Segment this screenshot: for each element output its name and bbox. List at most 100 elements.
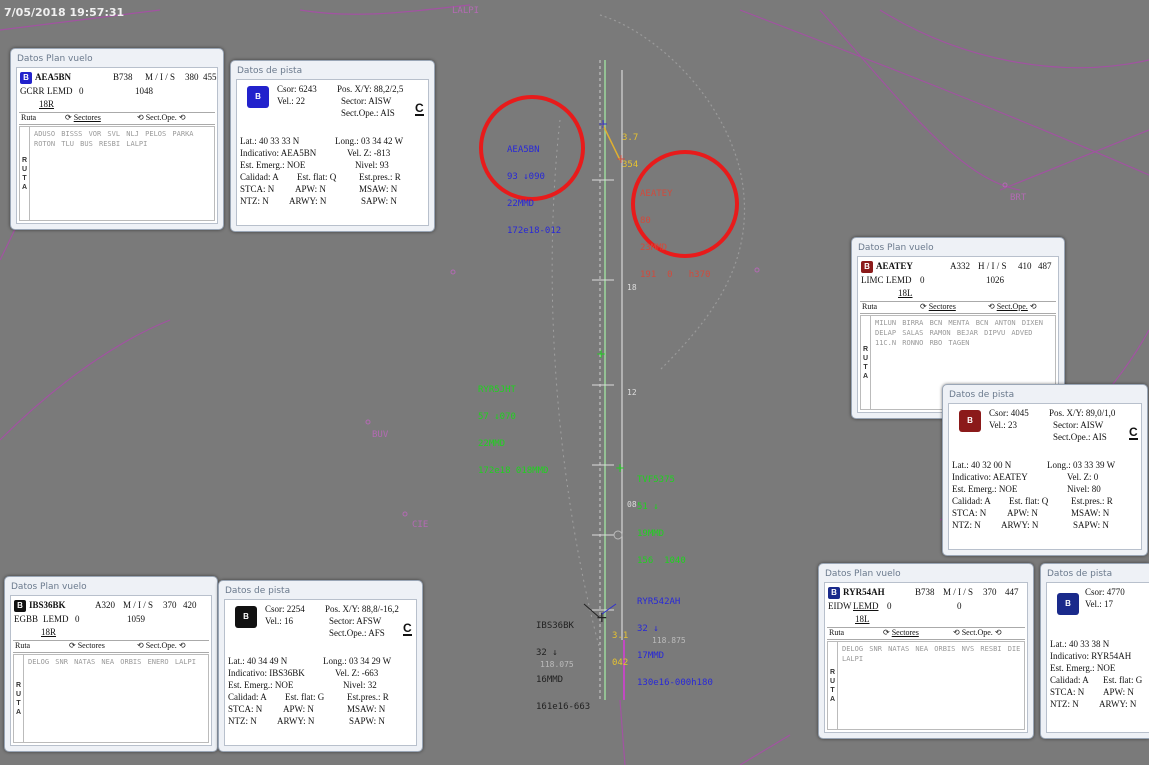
track-stca: STCA: N bbox=[240, 184, 275, 194]
radar-screen[interactable]: + + + + + 7/05/2018 19:57:31 LALPI BUV C… bbox=[0, 0, 1149, 765]
tab-ruta[interactable]: Ruta bbox=[829, 628, 844, 637]
track-pos: Pos. X/Y: 88,2/2,5 bbox=[337, 84, 404, 94]
track-info: 172e18-012 bbox=[507, 226, 562, 236]
track-calidad: Calidad: A bbox=[240, 172, 279, 182]
fp-tab-bar: Ruta ⟳ Sectores ⟲ Sect.Ope. ⟲ bbox=[860, 301, 1056, 314]
flight-plan-content: B IBS36BK A320 M / I / S 370 420 EGBB LE… bbox=[10, 595, 212, 746]
tab-sect-ope[interactable]: ⟲ Sect.Ope. ⟲ bbox=[137, 113, 186, 122]
track-callsign: IBS36BK bbox=[536, 621, 574, 631]
fp-type: A320 bbox=[95, 600, 115, 610]
track-sapw: SAPW: N bbox=[1073, 520, 1109, 530]
fp-tab-bar: Ruta ⟳ Sectores ⟲ Sect.Ope. ⟲ bbox=[827, 627, 1025, 640]
tab-sect-ope[interactable]: ⟲ Sect.Ope. ⟲ bbox=[137, 641, 186, 650]
track-ntz: NTZ: N bbox=[952, 520, 981, 530]
svg-text:+: + bbox=[615, 461, 625, 475]
tag-line: 3.1 bbox=[612, 631, 629, 641]
fp-dest: LEMD bbox=[43, 614, 69, 624]
fix-label: BRT bbox=[1010, 193, 1027, 203]
flight-plan-window-ibs36bk[interactable]: Datos Plan vuelo B IBS36BK A320 M / I / … bbox=[4, 576, 218, 752]
route-waypoints: ADUSO BISSS VOR SVL NLJ PELOS PARKA ROTO… bbox=[34, 130, 194, 148]
track-estpres: Est.pres.: R bbox=[347, 692, 389, 702]
track-info: 161e16-663 bbox=[536, 702, 591, 712]
fp-v0: 0 bbox=[887, 601, 892, 611]
track-pos: Pos. X/Y: 88,8/-16,2 bbox=[325, 604, 399, 614]
c-button[interactable]: C bbox=[403, 622, 412, 636]
fp-runway: 18R bbox=[39, 99, 55, 109]
tab-sect-ope-label: Sect.Ope. bbox=[996, 302, 1028, 311]
track-apw: APW: N bbox=[1103, 687, 1134, 697]
track-emerg: Est. Emerg.: NOE bbox=[1050, 663, 1116, 673]
track-sectope: Sect.Ope.: AIS bbox=[341, 108, 395, 118]
track-label-green-2[interactable]: TVF5375 51 ↓ 19MMD 156 1040 bbox=[637, 458, 686, 584]
range-label: 12 bbox=[627, 388, 637, 397]
fp-squawk: 1026 bbox=[986, 275, 1004, 285]
aircraft-color-icon: B bbox=[959, 410, 981, 432]
track-label-green-1[interactable]: RYR5JHT 57 ↓070 22MMD 172e18 018MMD bbox=[478, 368, 548, 494]
track-csor: Csor: 4045 bbox=[989, 408, 1029, 418]
track-indicativo: Indicativo: AEATEY bbox=[952, 472, 1028, 482]
tab-sectores[interactable]: ⟳ Sectores bbox=[883, 628, 919, 637]
fp-rules: H / I / S bbox=[978, 261, 1007, 271]
route-vertical-label: RUTA bbox=[861, 316, 871, 409]
track-emerg: Est. Emerg.: NOE bbox=[228, 680, 294, 690]
track-data-window-ryr54ah[interactable]: Datos de pista B Csor: 4770 Vel.: 17 Lat… bbox=[1040, 563, 1149, 739]
track-apw: APW: N bbox=[1007, 508, 1038, 518]
tab-sectores[interactable]: ⟳ Sectores bbox=[69, 641, 105, 650]
route-waypoints: DELOG SNR NATAS NEA ORBIS NVS RESBI DIE … bbox=[842, 645, 1021, 663]
range-label: 18 bbox=[627, 283, 637, 292]
track-msaw: MSAW: N bbox=[359, 184, 398, 194]
track-lat: Lat.: 40 34 49 N bbox=[228, 656, 288, 666]
tab-sect-ope-label: Sect.Ope. bbox=[961, 628, 993, 637]
fp-level: 410 bbox=[1018, 261, 1032, 271]
track-indicativo: Indicativo: AEA5BN bbox=[240, 148, 317, 158]
c-button[interactable]: C bbox=[1129, 426, 1138, 440]
track-emerg: Est. Emerg.: NOE bbox=[952, 484, 1018, 494]
fp-runway: 18L bbox=[898, 288, 913, 298]
window-title: Datos de pista bbox=[1047, 569, 1113, 579]
track-level: 32 ↓ bbox=[637, 624, 659, 634]
track-label-aeatey[interactable]: AEATEY 80 23MMD 191 0 h370 bbox=[640, 172, 710, 298]
tab-ruta[interactable]: Ruta bbox=[21, 113, 36, 122]
fp-origin: LIMC bbox=[861, 275, 884, 285]
track-level: 51 ↓ bbox=[637, 502, 659, 512]
track-stca: STCA: N bbox=[1050, 687, 1085, 697]
track-label-ibs36bk[interactable]: IBS36BK 32 ↓ 16MMD 161e16-663 bbox=[536, 604, 590, 730]
track-emerg: Est. Emerg.: NOE bbox=[240, 160, 306, 170]
fp-type: B738 bbox=[915, 587, 935, 597]
tab-sect-ope[interactable]: ⟲ Sect.Ope. ⟲ bbox=[988, 302, 1037, 311]
fp-callsign: IBS36BK bbox=[29, 600, 66, 610]
track-data-window-aeatey[interactable]: Datos de pista B Csor: 4045 Pos. X/Y: 89… bbox=[942, 384, 1148, 556]
track-speed: 22MMD bbox=[507, 199, 535, 209]
range-ticks bbox=[592, 179, 614, 611]
track-nivel: Nivel: 80 bbox=[1067, 484, 1101, 494]
yellow-tag: 3.1 042 bbox=[612, 614, 634, 686]
tab-sectores[interactable]: ⟳ Sectores bbox=[65, 113, 101, 122]
track-label-ryr542ah[interactable]: RYR542AH 32 ↓ 17MMD 130e16-000h180 bbox=[637, 580, 713, 706]
track-data-window-ibs36bk[interactable]: Datos de pista B Csor: 2254 Pos. X/Y: 88… bbox=[218, 580, 423, 752]
range-label: 08 bbox=[627, 500, 637, 509]
track-estpres: Est.pres.: R bbox=[1071, 496, 1113, 506]
track-velz: Vel. Z: 0 bbox=[1067, 472, 1099, 482]
flight-plan-window-aea5bn[interactable]: Datos Plan vuelo B AEA5BN B738 M / I / S… bbox=[10, 48, 224, 230]
tab-sectores-label: Sectores bbox=[928, 302, 956, 311]
tab-ruta[interactable]: Ruta bbox=[862, 302, 877, 311]
tab-sectores-label: Sectores bbox=[77, 641, 105, 650]
track-sector: Sector: AISW bbox=[341, 96, 392, 106]
track-long: Long.: 03 34 42 W bbox=[335, 136, 404, 146]
c-button[interactable]: C bbox=[415, 102, 424, 116]
flight-plan-content: B AEA5BN B738 M / I / S 380 455 GCRR LEM… bbox=[16, 67, 218, 224]
tab-sect-ope[interactable]: ⟲ Sect.Ope. ⟲ bbox=[953, 628, 1002, 637]
track-nivel: Nivel: 32 bbox=[343, 680, 377, 690]
track-data-content: B Csor: 4770 Vel.: 17 Lat.: 40 33 38 N I… bbox=[1046, 582, 1149, 733]
tab-ruta[interactable]: Ruta bbox=[15, 641, 30, 650]
window-title: Datos Plan vuelo bbox=[825, 569, 901, 579]
fp-dest: LEMD bbox=[47, 86, 73, 96]
flight-plan-window-ryr54ah[interactable]: Datos Plan vuelo B RYR54AH B738 M / I / … bbox=[818, 563, 1034, 739]
aircraft-color-icon: B bbox=[861, 261, 873, 273]
track-info: 130e16-000h180 bbox=[637, 678, 713, 688]
tab-sectores[interactable]: ⟳ Sectores bbox=[920, 302, 956, 311]
track-label-aea5bn[interactable]: AEA5BN 93 ↓090 22MMD 172e18-012 bbox=[507, 128, 561, 254]
track-data-window-aea5bn[interactable]: Datos de pista B Csor: 6243 Pos. X/Y: 88… bbox=[230, 60, 435, 232]
track-stca: STCA: N bbox=[228, 704, 263, 714]
window-title: Datos Plan vuelo bbox=[17, 54, 93, 64]
